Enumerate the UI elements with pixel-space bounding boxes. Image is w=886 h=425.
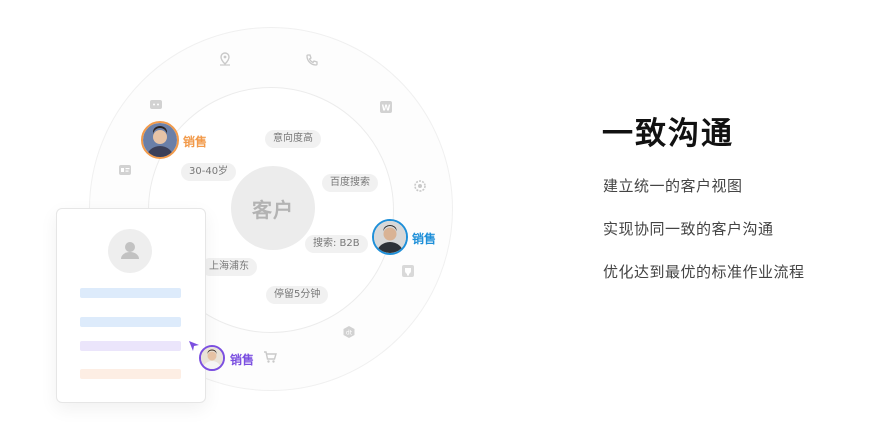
location-pin-icon: [218, 52, 232, 66]
profile-line-1: [80, 288, 181, 298]
tag-stay-time: 停留5分钟: [266, 286, 329, 304]
phone-icon: [305, 53, 319, 67]
customer-profile-card: [56, 208, 206, 403]
sales-avatar-orange: [141, 121, 179, 159]
id-card-icon: [118, 163, 132, 177]
benefit-point-2: 实现协同一致的客户沟通: [603, 220, 774, 238]
customer-label: 客户: [252, 197, 294, 222]
cursor-arrow-icon: [189, 336, 199, 355]
profile-line-4: [80, 369, 181, 379]
sales-label-purple: 销售: [230, 353, 255, 367]
profile-line-2: [80, 317, 181, 327]
settings-gear-icon: [413, 179, 427, 193]
chat-icon: [149, 98, 163, 112]
tag-intent: 意向度高: [265, 130, 321, 148]
svg-text:W: W: [382, 104, 391, 113]
tag-search-b2b: 搜索: B2B: [305, 235, 368, 253]
word-doc-icon: W: [379, 100, 393, 114]
sales-avatar-purple: [199, 345, 225, 371]
profile-line-3: [80, 341, 181, 351]
sales-label-orange: 销售: [183, 135, 208, 149]
tag-age: 30-40岁: [181, 163, 237, 181]
user-placeholder-icon: [108, 229, 152, 273]
benefit-point-3: 优化达到最优的标准作业流程: [603, 263, 805, 281]
shopping-cart-icon: [263, 350, 277, 364]
sales-avatar-blue: [372, 219, 408, 255]
customer-core: 客户: [231, 166, 315, 250]
tag-baidu: 百度搜索: [322, 174, 378, 192]
hexagon-badge-icon: dt: [342, 325, 356, 339]
section-heading: 一致沟通: [602, 116, 734, 152]
svg-text:dt: dt: [346, 330, 353, 337]
sales-label-blue: 销售: [412, 232, 437, 246]
award-icon: [401, 264, 415, 278]
tag-location: 上海浦东: [201, 258, 257, 276]
benefit-point-1: 建立统一的客户视图: [603, 177, 743, 195]
